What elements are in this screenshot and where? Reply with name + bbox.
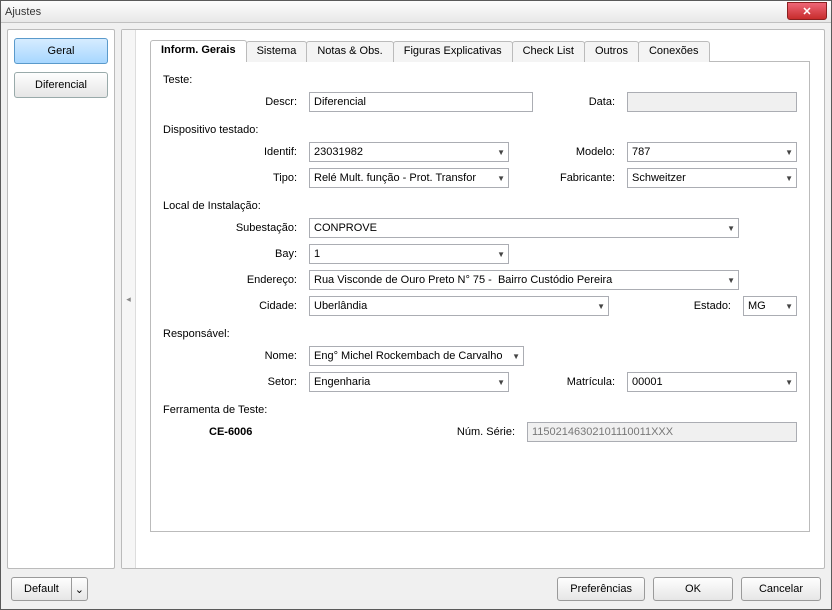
label-bay: Bay: bbox=[163, 248, 303, 260]
bay-combo[interactable]: ▼ bbox=[309, 244, 509, 264]
collapse-gutter[interactable]: ◂ bbox=[122, 30, 136, 568]
tab-label: Check List bbox=[523, 45, 574, 57]
label-subestacao: Subestação: bbox=[163, 222, 303, 234]
button-label: Default bbox=[24, 583, 59, 595]
tab-label: Inform. Gerais bbox=[161, 44, 236, 56]
window: Ajustes ✕ Geral Diferencial ◂ bbox=[0, 0, 832, 610]
tab-inform-gerais[interactable]: Inform. Gerais bbox=[150, 40, 247, 62]
chevron-down-icon: ⌄ bbox=[75, 583, 84, 596]
ferramenta-modelo: CE-6006 bbox=[209, 426, 252, 438]
tab-label: Sistema bbox=[257, 45, 297, 57]
titlebar: Ajustes ✕ bbox=[1, 1, 831, 23]
close-icon: ✕ bbox=[802, 5, 811, 18]
nome-input[interactable] bbox=[309, 346, 524, 366]
section-title: Local de Instalação: bbox=[163, 200, 797, 212]
label-descr: Descr: bbox=[163, 96, 303, 108]
tipo-combo[interactable]: ▼ bbox=[309, 168, 509, 188]
label-num-serie: Núm. Série: bbox=[441, 426, 521, 438]
window-title: Ajustes bbox=[5, 6, 41, 18]
section-title: Ferramenta de Teste: bbox=[163, 404, 797, 416]
estado-input[interactable] bbox=[743, 296, 797, 316]
button-label: Preferências bbox=[570, 583, 632, 595]
tab-figuras[interactable]: Figuras Explicativas bbox=[393, 41, 513, 62]
label-matricula: Matrícula: bbox=[551, 376, 621, 388]
sidebar-item-geral[interactable]: Geral bbox=[14, 38, 108, 64]
section-title: Responsável: bbox=[163, 328, 797, 340]
matricula-combo[interactable]: ▼ bbox=[627, 372, 797, 392]
tab-outros[interactable]: Outros bbox=[584, 41, 639, 62]
section-local: Local de Instalação: Subestação: ▼ Bay: bbox=[163, 200, 797, 316]
tab-check-list[interactable]: Check List bbox=[512, 41, 585, 62]
section-ferramenta: Ferramenta de Teste: CE-6006 Núm. Série: bbox=[163, 404, 797, 442]
sidebar-item-label: Diferencial bbox=[35, 79, 87, 91]
bay-input[interactable] bbox=[309, 244, 509, 264]
default-dropdown[interactable]: ⌄ bbox=[72, 577, 88, 601]
label-nome: Nome: bbox=[163, 350, 303, 362]
num-serie-input bbox=[527, 422, 797, 442]
label-endereco: Endereço: bbox=[163, 274, 303, 286]
sidebar-item-label: Geral bbox=[48, 45, 75, 57]
subestacao-combo[interactable]: ▼ bbox=[309, 218, 739, 238]
close-button[interactable]: ✕ bbox=[787, 2, 827, 20]
section-teste: Teste: Descr: Data: bbox=[163, 74, 797, 112]
modelo-input[interactable] bbox=[627, 142, 797, 162]
ok-button[interactable]: OK bbox=[653, 577, 733, 601]
tab-conexoes[interactable]: Conexões bbox=[638, 41, 710, 62]
label-cidade: Cidade: bbox=[163, 300, 303, 312]
button-label: Cancelar bbox=[759, 583, 803, 595]
tabs: Inform. Gerais Sistema Notas & Obs. Figu… bbox=[150, 40, 810, 62]
default-split-button: Default ⌄ bbox=[11, 577, 88, 601]
tipo-input[interactable] bbox=[309, 168, 509, 188]
label-setor: Setor: bbox=[163, 376, 303, 388]
section-title: Dispositivo testado: bbox=[163, 124, 797, 136]
chevron-left-icon: ◂ bbox=[126, 294, 131, 305]
label-data: Data: bbox=[551, 96, 621, 108]
fabricante-combo[interactable]: ▼ bbox=[627, 168, 797, 188]
tab-label: Notas & Obs. bbox=[317, 45, 382, 57]
cancelar-button[interactable]: Cancelar bbox=[741, 577, 821, 601]
tab-label: Conexões bbox=[649, 45, 699, 57]
tab-body: Teste: Descr: Data: Dispositivo t bbox=[150, 62, 810, 532]
nome-combo[interactable]: ▼ bbox=[309, 346, 524, 366]
button-label: OK bbox=[685, 583, 701, 595]
section-title: Teste: bbox=[163, 74, 797, 86]
data-input bbox=[627, 92, 797, 112]
content: Geral Diferencial ◂ Inform. Gerais Siste… bbox=[1, 23, 831, 609]
main-panel: ◂ Inform. Gerais Sistema Notas & Obs. Fi… bbox=[121, 29, 825, 569]
label-identif: Identif: bbox=[163, 146, 303, 158]
descr-input[interactable] bbox=[309, 92, 533, 112]
endereco-combo[interactable]: ▼ bbox=[309, 270, 739, 290]
panel: Inform. Gerais Sistema Notas & Obs. Figu… bbox=[136, 30, 824, 568]
identif-input[interactable] bbox=[309, 142, 509, 162]
default-button[interactable]: Default bbox=[11, 577, 72, 601]
upper-area: Geral Diferencial ◂ Inform. Gerais Siste… bbox=[7, 29, 825, 569]
cidade-combo[interactable]: ▼ bbox=[309, 296, 609, 316]
tab-label: Outros bbox=[595, 45, 628, 57]
label-tipo: Tipo: bbox=[163, 172, 303, 184]
label-estado: Estado: bbox=[667, 300, 737, 312]
modelo-combo[interactable]: ▼ bbox=[627, 142, 797, 162]
tab-label: Figuras Explicativas bbox=[404, 45, 502, 57]
label-fabricante: Fabricante: bbox=[551, 172, 621, 184]
tab-notas-obs[interactable]: Notas & Obs. bbox=[306, 41, 393, 62]
cidade-input[interactable] bbox=[309, 296, 609, 316]
section-dispositivo: Dispositivo testado: Identif: ▼ Modelo: … bbox=[163, 124, 797, 188]
identif-combo[interactable]: ▼ bbox=[309, 142, 509, 162]
fabricante-input[interactable] bbox=[627, 168, 797, 188]
endereco-input[interactable] bbox=[309, 270, 739, 290]
preferencias-button[interactable]: Preferências bbox=[557, 577, 645, 601]
label-modelo: Modelo: bbox=[551, 146, 621, 158]
setor-combo[interactable]: ▼ bbox=[309, 372, 509, 392]
section-responsavel: Responsável: Nome: ▼ Setor: ▼ bbox=[163, 328, 797, 392]
sidebar-item-diferencial[interactable]: Diferencial bbox=[14, 72, 108, 98]
subestacao-input[interactable] bbox=[309, 218, 739, 238]
matricula-input[interactable] bbox=[627, 372, 797, 392]
estado-combo[interactable]: ▼ bbox=[743, 296, 797, 316]
sidebar: Geral Diferencial bbox=[7, 29, 115, 569]
tab-sistema[interactable]: Sistema bbox=[246, 41, 308, 62]
setor-input[interactable] bbox=[309, 372, 509, 392]
footer: Default ⌄ Preferências OK Cancelar bbox=[7, 575, 825, 603]
